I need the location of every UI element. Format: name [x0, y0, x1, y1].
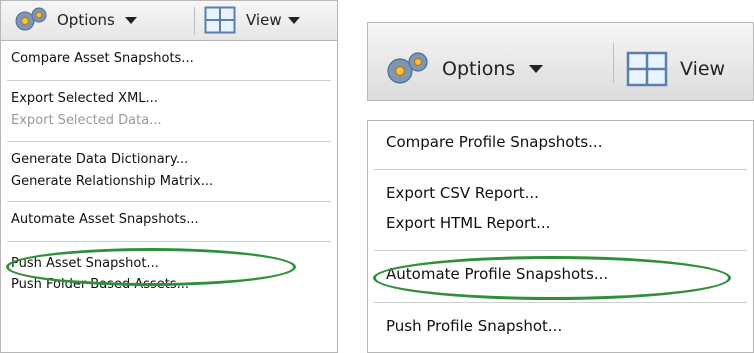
toolbar-separator: [194, 7, 195, 35]
view-button[interactable]: View: [626, 47, 725, 91]
menu-separator: [7, 241, 331, 242]
menu-separator: [7, 201, 331, 202]
menu-item-generate-relationship-matrix[interactable]: Generate Relationship Matrix...: [11, 174, 213, 189]
view-label: View: [246, 11, 282, 29]
toolbar: Options View: [367, 22, 754, 101]
highlight-oval: [6, 248, 296, 286]
view-button[interactable]: View: [204, 5, 300, 35]
highlight-oval: [373, 256, 731, 300]
options-label: Options: [57, 11, 115, 29]
menu-separator: [7, 80, 331, 81]
grid-layout-icon: [626, 51, 668, 87]
right-panel: Options View Compare Profile Snapshots..…: [367, 22, 754, 353]
menu-item-export-selected-xml[interactable]: Export Selected XML...: [11, 91, 158, 106]
options-button[interactable]: Options: [11, 5, 137, 35]
options-menu: Compare Asset Snapshots... Export Select…: [0, 40, 338, 353]
options-menu: Compare Profile Snapshots... Export CSV …: [367, 120, 754, 353]
caret-down-icon: [287, 16, 300, 24]
menu-item-compare-profile-snapshots[interactable]: Compare Profile Snapshots...: [386, 133, 602, 151]
options-button[interactable]: Options: [382, 47, 544, 91]
menu-item-automate-asset-snapshots[interactable]: Automate Asset Snapshots...: [11, 212, 199, 227]
gear-icon: [382, 49, 430, 89]
gear-icon: [11, 5, 49, 35]
menu-item-compare-asset-snapshots[interactable]: Compare Asset Snapshots...: [11, 51, 194, 66]
toolbar-separator: [613, 43, 614, 83]
menu-item-export-selected-data: Export Selected Data...: [11, 113, 162, 128]
options-label: Options: [442, 58, 516, 80]
menu-item-push-profile-snapshot[interactable]: Push Profile Snapshot...: [386, 317, 562, 335]
menu-item-generate-data-dictionary[interactable]: Generate Data Dictionary...: [11, 152, 188, 167]
left-panel: Options View Compare Asset Snapshots... …: [0, 0, 338, 353]
menu-separator: [7, 141, 331, 142]
menu-item-export-html-report[interactable]: Export HTML Report...: [386, 214, 550, 232]
menu-separator: [374, 250, 747, 251]
grid-layout-icon: [204, 6, 236, 34]
menu-item-export-csv-report[interactable]: Export CSV Report...: [386, 184, 539, 202]
menu-separator: [374, 302, 747, 303]
menu-separator: [374, 169, 747, 170]
view-label: View: [680, 58, 726, 80]
caret-down-icon: [529, 65, 544, 73]
caret-down-icon: [124, 16, 137, 24]
